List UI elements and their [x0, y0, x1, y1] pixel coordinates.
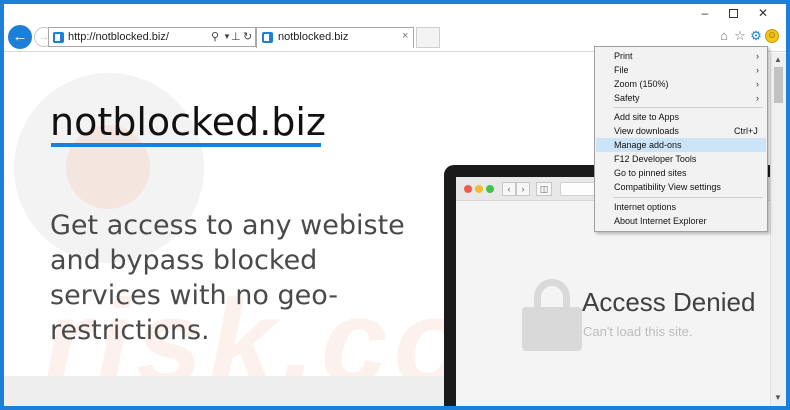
menu-item-about-internet-explorer[interactable]: About Internet Explorer [596, 214, 766, 228]
menu-item-label: F12 Developer Tools [614, 154, 697, 164]
menu-item-label: Zoom (150%) [614, 79, 669, 89]
url-text[interactable]: http://notblocked.biz/ [68, 30, 169, 44]
menu-item-label: File [614, 65, 629, 75]
vertical-scrollbar[interactable]: ▲ ▼ [770, 53, 786, 406]
menu-separator [613, 107, 763, 108]
tools-menu: Print › File › Zoom (150%) › Safety › Add si… [594, 46, 768, 232]
access-denied-heading: Access Denied [582, 287, 756, 317]
menu-item-file[interactable]: File › [596, 63, 766, 77]
menu-item-label: Manage add-ons [614, 140, 682, 150]
tab-title: notblocked.biz [278, 31, 349, 43]
menu-item-label: Compatibility View settings [614, 182, 721, 192]
page-title: notblocked.biz [50, 100, 326, 144]
red-dot-icon [464, 185, 472, 193]
lock-body [522, 307, 582, 351]
green-dot-icon [486, 185, 494, 193]
menu-item-add-site-to-apps[interactable]: Add site to Apps [596, 110, 766, 124]
menu-item-f12-developer-tools[interactable]: F12 Developer Tools [596, 152, 766, 166]
close-button[interactable]: ✕ [748, 4, 778, 22]
home-icon[interactable]: ⌂ [717, 28, 731, 44]
menu-item-compatibility-view-settings[interactable]: Compatibility View settings [596, 180, 766, 194]
menu-item-label: View downloads [614, 126, 679, 136]
scroll-thumb[interactable] [774, 67, 783, 103]
yellow-dot-icon [475, 185, 483, 193]
menu-item-view-downloads[interactable]: View downloads Ctrl+J [596, 124, 766, 138]
menu-item-zoom[interactable]: Zoom (150%) › [596, 77, 766, 91]
chevron-right-icon: › [756, 65, 759, 75]
title-underline [51, 143, 321, 147]
tagline: Get access to any webiste and bypass blo… [50, 210, 405, 346]
smiley-icon[interactable]: ☺ [765, 29, 779, 43]
refresh-icon[interactable]: ↻ [243, 30, 252, 44]
scroll-up-icon[interactable]: ▲ [774, 55, 782, 64]
maximize-button[interactable] [718, 4, 748, 22]
chevron-right-icon: › [756, 51, 759, 61]
scroll-down-icon[interactable]: ▼ [774, 393, 782, 402]
access-denied-subtext: Can't load this site. [583, 324, 693, 339]
lock-icon [522, 279, 582, 351]
tab-notblocked[interactable]: notblocked.biz × [256, 27, 414, 48]
tab-close-icon[interactable]: × [402, 30, 408, 42]
chevron-right-icon: › [756, 93, 759, 103]
chevron-down-icon[interactable]: ▼ [223, 30, 231, 44]
gear-icon[interactable]: ⚙ [749, 28, 763, 44]
menu-item-label: About Internet Explorer [614, 216, 707, 226]
menu-item-print[interactable]: Print › [596, 49, 766, 63]
menu-item-internet-options[interactable]: Internet options [596, 200, 766, 214]
menu-item-go-to-pinned-sites[interactable]: Go to pinned sites [596, 166, 766, 180]
search-icon[interactable]: ⚲ [211, 30, 219, 44]
address-bar[interactable]: http://notblocked.biz/ ⚲ ▼ ⊥ ↻ [48, 27, 256, 47]
compat-view-icon[interactable]: ⊥ [231, 30, 241, 44]
tab-favicon-icon [262, 32, 273, 43]
browser-window: – ✕ ← → http://notblocked.biz/ ⚲ ▼ ⊥ ↻ n… [4, 4, 786, 406]
title-bar: – ✕ [4, 4, 786, 22]
new-tab-button[interactable] [416, 27, 440, 48]
menu-item-shortcut: Ctrl+J [734, 126, 758, 136]
menu-item-label: Add site to Apps [614, 112, 680, 122]
star-icon[interactable]: ☆ [733, 28, 747, 44]
menu-item-safety[interactable]: Safety › [596, 91, 766, 105]
chevron-right-icon: › [756, 79, 759, 89]
mockup-forward-icon: › [516, 182, 530, 196]
menu-item-label: Safety [614, 93, 640, 103]
menu-item-label: Go to pinned sites [614, 168, 687, 178]
minimize-button[interactable]: – [690, 4, 720, 22]
menu-item-manage-add-ons[interactable]: Manage add-ons [596, 138, 766, 152]
site-favicon-icon [53, 32, 64, 43]
back-button[interactable]: ← [8, 25, 32, 49]
maximize-icon [728, 9, 738, 19]
menu-item-label: Print [614, 51, 633, 61]
menu-separator [613, 197, 763, 198]
menu-item-label: Internet options [614, 202, 677, 212]
mockup-sidebar-icon: ◫ [536, 182, 552, 196]
mockup-back-icon: ‹ [502, 182, 516, 196]
